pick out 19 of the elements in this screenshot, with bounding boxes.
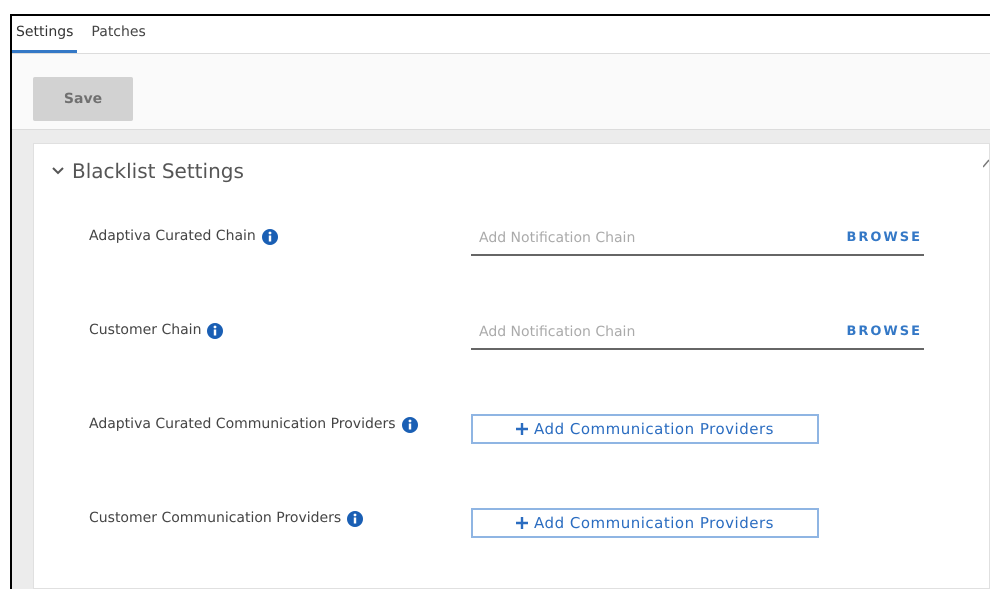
field-label: Adaptiva Curated Communication Providers [89,415,396,434]
info-icon[interactable] [207,322,224,338]
field-label: Adaptiva Curated Chain [89,227,256,246]
info-icon[interactable] [347,510,364,526]
field-label: Customer Chain [89,321,202,340]
chevron-icon[interactable] [52,167,64,175]
chain-field[interactable]: Add Notification Chain BROWSE [471,316,924,350]
plus-icon [516,517,528,529]
chain-field[interactable]: Add Notification Chain BROWSE [471,222,924,256]
tab[interactable]: Patches [83,15,154,53]
info-icon[interactable] [402,416,418,432]
add-providers-button[interactable]: Add Communication Providers [471,508,819,538]
browse-button[interactable]: BROWSE [846,228,922,248]
info-icon[interactable] [262,228,278,244]
add-providers-button[interactable]: Add Communication Providers [471,414,819,444]
field-label: Customer Communication Providers [89,509,342,528]
section-title: Blacklist Settings [72,158,244,185]
browse-button[interactable]: BROWSE [846,322,922,342]
plus-icon [516,423,528,435]
